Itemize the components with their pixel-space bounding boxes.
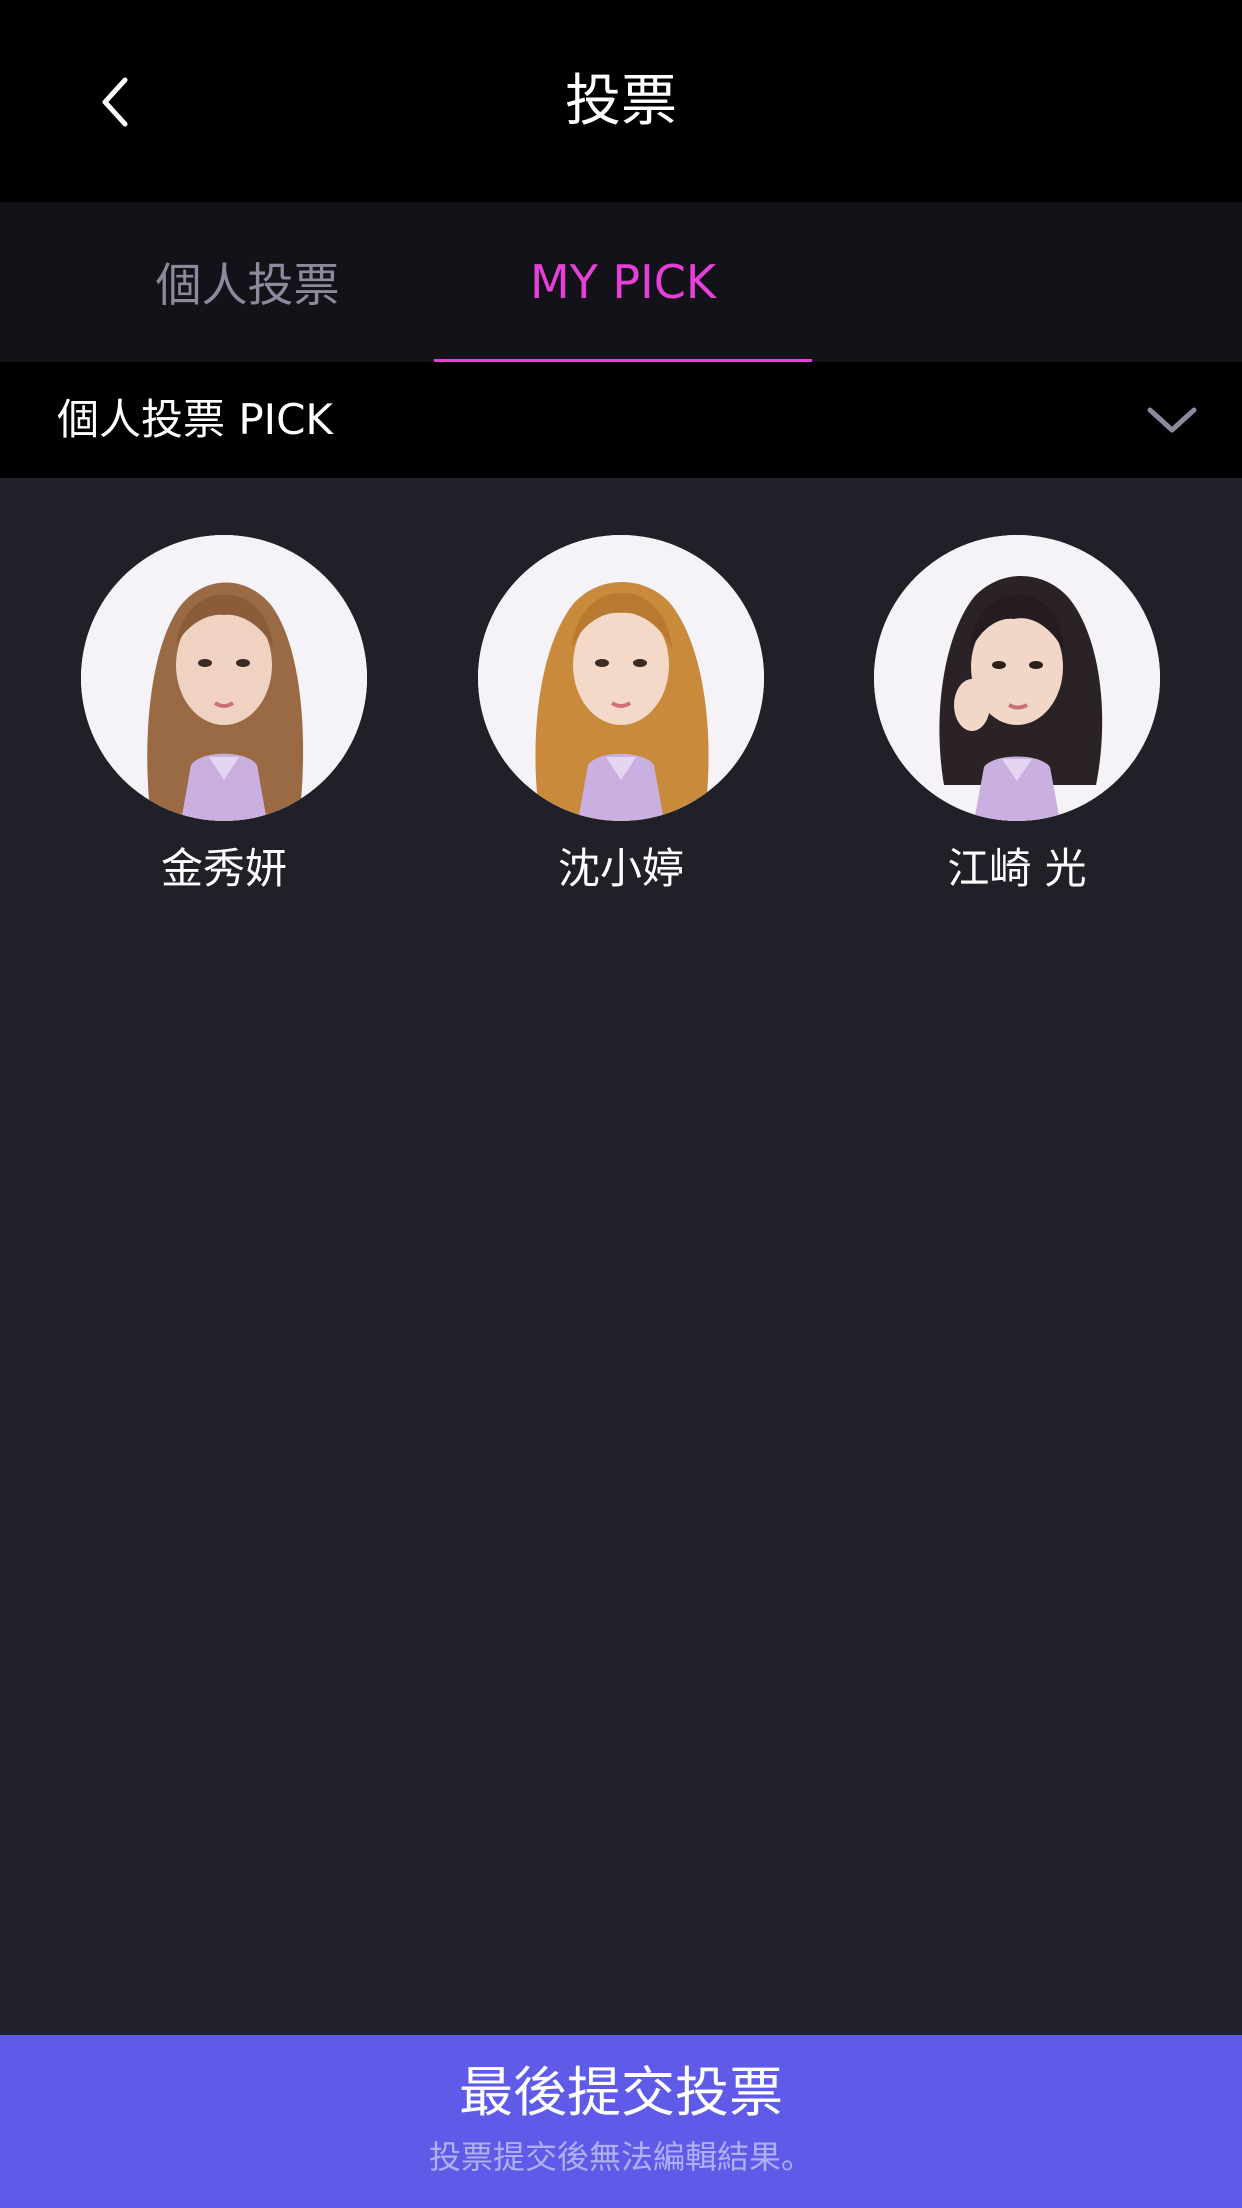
- pick-card[interactable]: 沈小婷: [471, 535, 771, 899]
- pick-name: 江崎 光: [947, 844, 1087, 893]
- submit-vote-button[interactable]: 最後提交投票 投票提交後無法編輯結果。: [0, 2035, 1242, 2208]
- avatar: [81, 535, 367, 821]
- tab-bar: 個人投票 MY PICK: [0, 202, 1242, 362]
- avatar: [874, 535, 1160, 821]
- vote-screen: 投票 個人投票 MY PICK 個人投票 PICK 金秀妍 沈小婷 江崎 光 最…: [0, 0, 1242, 2208]
- submit-title: 最後提交投票: [459, 2061, 783, 2124]
- pick-card[interactable]: 江崎 光: [867, 535, 1167, 899]
- chevron-down-icon: [1146, 400, 1198, 440]
- page-title: 投票: [565, 69, 677, 134]
- dropdown-label: 個人投票 PICK: [57, 395, 333, 444]
- tab-my-pick[interactable]: MY PICK: [434, 202, 812, 362]
- pick-name: 沈小婷: [557, 844, 684, 893]
- pick-card[interactable]: 金秀妍: [74, 535, 374, 899]
- avatar: [478, 535, 764, 821]
- tab-personal-vote[interactable]: 個人投票: [60, 202, 435, 362]
- pick-name: 金秀妍: [160, 844, 287, 893]
- submit-subtitle: 投票提交後無法編輯結果。: [428, 2138, 813, 2176]
- pick-category-dropdown[interactable]: 個人投票 PICK: [0, 362, 1242, 478]
- top-bar: 投票: [0, 0, 1242, 202]
